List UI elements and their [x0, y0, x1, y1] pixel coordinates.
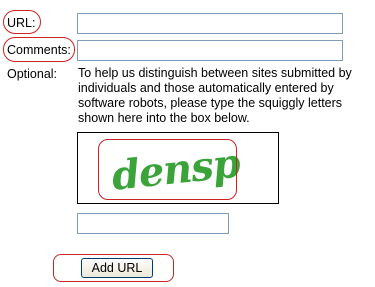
captcha-answer-input[interactable]	[77, 213, 229, 234]
instruction-line: To help us distinguish between sites sub…	[78, 66, 352, 80]
captcha-text: densp	[110, 140, 243, 200]
captcha-image: densp	[77, 132, 279, 204]
optional-label: Optional:	[7, 67, 58, 81]
instruction-line: individuals and those automatically ente…	[78, 81, 334, 95]
add-url-button[interactable]: Add URL	[81, 258, 153, 278]
comments-input[interactable]	[77, 40, 343, 61]
instruction-line: software robots, please type the squiggl…	[78, 96, 343, 110]
captcha-instructions: To help us distinguish between sites sub…	[78, 66, 373, 126]
instruction-line: shown here into the box below.	[78, 111, 250, 125]
captcha-graphic: densp	[110, 140, 243, 200]
url-label: URL:	[7, 16, 36, 30]
comments-label: Comments:	[7, 43, 71, 57]
url-input[interactable]	[77, 13, 343, 34]
